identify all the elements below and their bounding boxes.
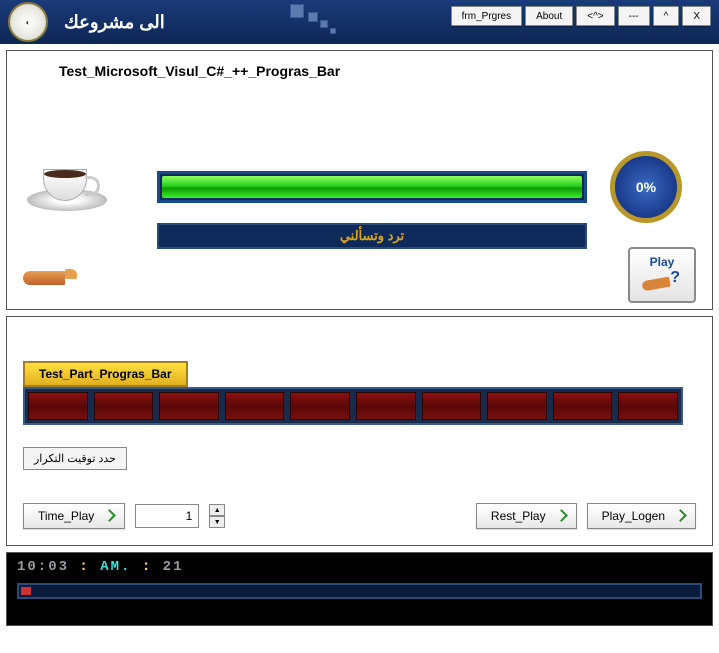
mini-progress-bar — [17, 583, 702, 599]
top-panel: Test_Microsoft_Visul_C#_++_Progras_Bar ت… — [6, 50, 713, 310]
segment — [225, 392, 285, 420]
play-logen-button[interactable]: Play_Logen — [587, 503, 696, 529]
pointing-hand-icon — [23, 265, 77, 293]
arrow-icon — [100, 511, 110, 521]
maximize-button[interactable]: ^ — [653, 6, 680, 26]
segmented-progress-bar — [23, 387, 683, 425]
segment — [422, 392, 482, 420]
coffee-cup-icon — [27, 141, 107, 211]
segment — [159, 392, 219, 420]
arrow-icon — [671, 511, 681, 521]
mid-panel: Test_Part_Progras_Bar حدد توقيت التكرار … — [6, 316, 713, 546]
about-button[interactable]: About — [525, 6, 573, 26]
segment — [94, 392, 154, 420]
bottom-panel: 10:03 : AM. : 21 — [6, 552, 713, 626]
spinner-up-button[interactable]: ▲ — [209, 504, 225, 516]
window-title: الى مشروعك — [64, 12, 165, 33]
spinner-down-button[interactable]: ▼ — [209, 516, 225, 528]
segment — [618, 392, 678, 420]
time-spinner: ▲ ▼ — [209, 504, 225, 528]
title-bar: ◐ الى مشروعك frm_Prgres About <^> --- ^ … — [0, 0, 719, 44]
rest-play-button[interactable]: Rest_Play — [476, 503, 577, 529]
status-label: ترد وتسألني — [157, 223, 587, 249]
segment — [356, 392, 416, 420]
timing-group-label: حدد توقيت التكرار — [23, 447, 127, 470]
frm-prgres-button[interactable]: frm_Prgres — [451, 6, 522, 26]
mid-controls-row: Time_Play ▲ ▼ Rest_Play Play_Logen — [23, 503, 696, 529]
time-value-input[interactable] — [135, 504, 199, 528]
close-button[interactable]: X — [682, 6, 711, 26]
segment — [487, 392, 547, 420]
segment-bar-label: Test_Part_Progras_Bar — [23, 361, 188, 387]
minimize-button[interactable]: --- — [618, 6, 650, 26]
play-button-label: Play — [650, 255, 675, 269]
mini-progress-fill — [21, 587, 31, 595]
clock-extra: 21 — [163, 559, 184, 575]
segment — [28, 392, 88, 420]
caret-button[interactable]: <^> — [576, 6, 614, 26]
rest-play-label: Rest_Play — [491, 509, 546, 523]
play-logen-label: Play_Logen — [602, 509, 665, 523]
clock-hours: 10:03 — [17, 559, 69, 575]
title-button-group: frm_Prgres About <^> --- ^ X — [451, 6, 711, 26]
percent-circle: 0% — [610, 151, 682, 223]
segment — [553, 392, 613, 420]
title-decoration — [290, 0, 350, 40]
time-play-button[interactable]: Time_Play — [23, 503, 125, 529]
green-progress-fill — [162, 176, 582, 198]
hand-question-icon — [642, 271, 682, 295]
clock-ampm: AM. — [100, 559, 131, 575]
arrow-icon — [552, 511, 562, 521]
time-play-label: Time_Play — [38, 509, 94, 523]
digital-clock: 10:03 : AM. : 21 — [17, 559, 702, 575]
segment — [290, 392, 350, 420]
play-button[interactable]: Play — [628, 247, 696, 303]
green-progress-bar — [157, 171, 587, 203]
top-heading: Test_Microsoft_Visul_C#_++_Progras_Bar — [59, 63, 700, 79]
percent-value: 0% — [636, 179, 656, 195]
app-logo-icon: ◐ — [8, 2, 48, 42]
main-area: Test_Microsoft_Visul_C#_++_Progras_Bar ت… — [0, 44, 719, 653]
